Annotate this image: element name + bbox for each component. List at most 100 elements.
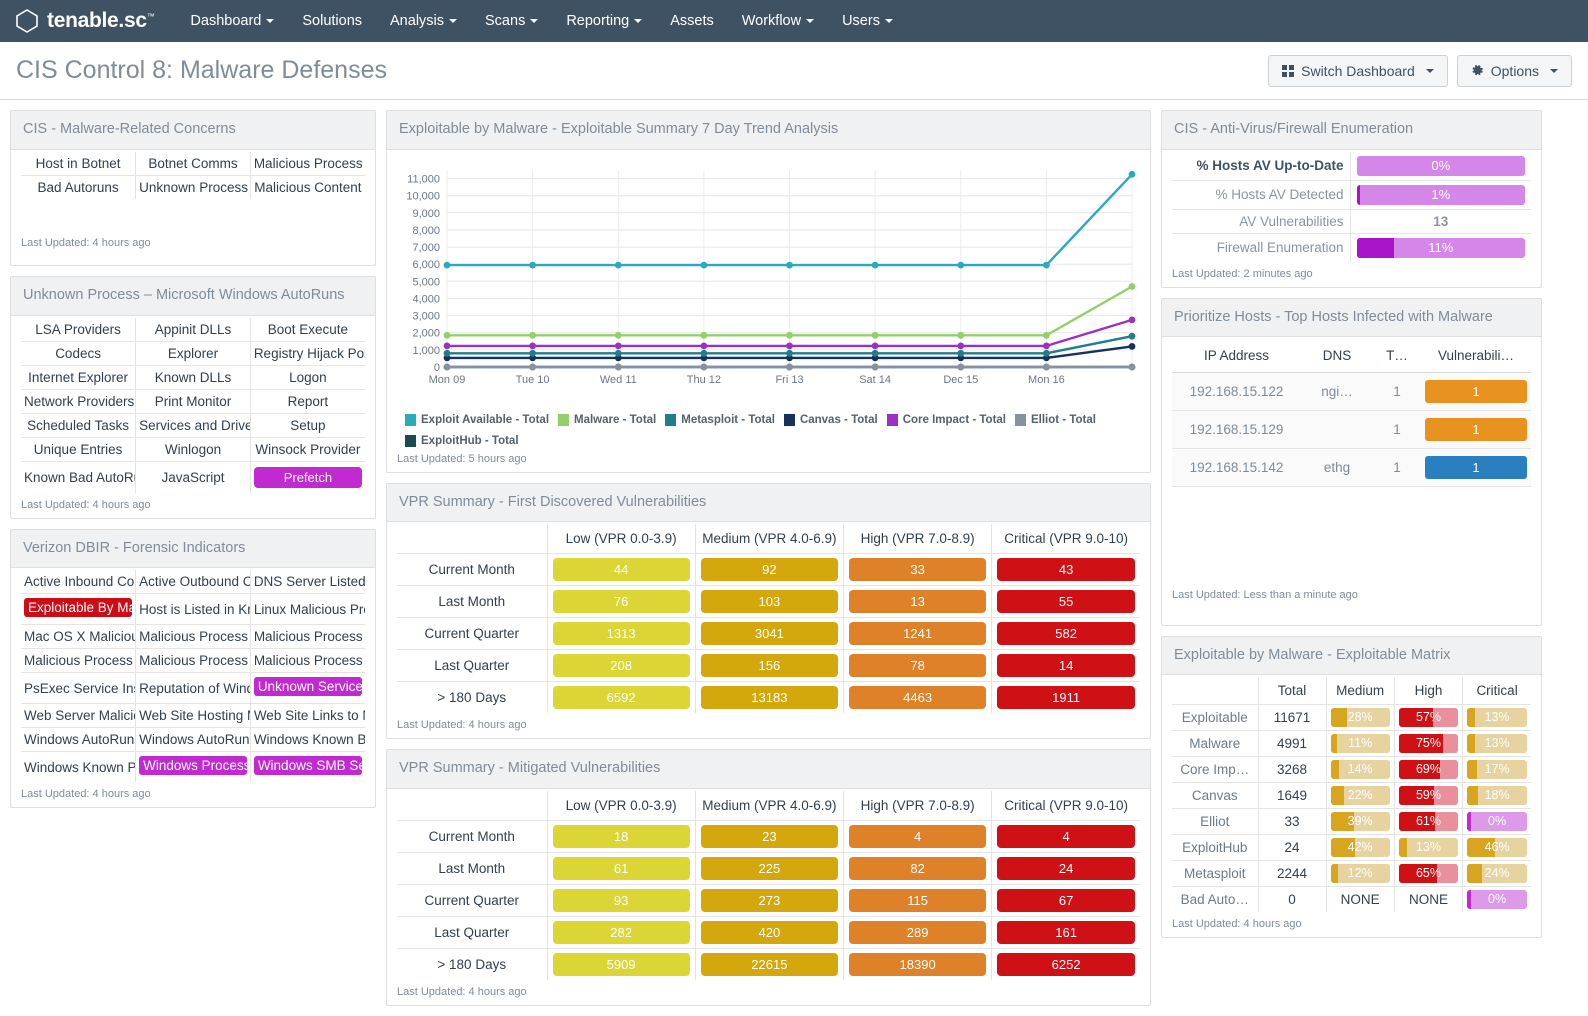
matrix-cell[interactable]: Prefetch	[250, 461, 365, 493]
nav-item-solutions[interactable]: Solutions	[288, 0, 376, 42]
matrix-critical[interactable]: 17%	[1463, 757, 1531, 783]
matrix-cell[interactable]: Web Site Hosting Malware	[136, 704, 251, 728]
matrix-cell[interactable]: Explorer	[136, 341, 251, 365]
vpr-cell[interactable]: 103	[695, 586, 843, 618]
av-row-value[interactable]: 1%	[1350, 180, 1531, 209]
matrix-high[interactable]: 57%	[1394, 705, 1462, 731]
concerns-cell[interactable]: Host in Botnet	[21, 152, 136, 176]
vpr-cell[interactable]: 115	[844, 884, 992, 916]
concerns-cell[interactable]: Botnet Comms	[136, 152, 251, 176]
av-row-value[interactable]: 11%	[1350, 233, 1531, 262]
vpr-cell[interactable]: 225	[695, 852, 843, 884]
vpr-cell[interactable]: 61	[547, 852, 695, 884]
matrix-high[interactable]: 61%	[1394, 809, 1462, 835]
matrix-critical[interactable]: 18%	[1463, 783, 1531, 809]
vpr-cell[interactable]: 44	[547, 554, 695, 586]
matrix-total[interactable]: 2244	[1258, 861, 1326, 887]
vpr-cell[interactable]: 23	[695, 820, 843, 852]
av-row-value[interactable]: 0%	[1350, 152, 1531, 181]
vpr-cell[interactable]: 3041	[695, 618, 843, 650]
host-ip[interactable]: 192.168.15.142	[1172, 449, 1301, 487]
matrix-cell[interactable]: Reputation of Windows	[136, 673, 251, 704]
matrix-cell[interactable]: Print Monitor	[136, 389, 251, 413]
matrix-medium[interactable]: 39%	[1326, 809, 1394, 835]
matrix-high[interactable]: 65%	[1394, 861, 1462, 887]
matrix-cell[interactable]: Internet Explorer	[21, 365, 136, 389]
matrix-high[interactable]: NONE	[1394, 887, 1462, 913]
matrix-cell[interactable]: Web Server Malicious Content	[21, 704, 136, 728]
table-row[interactable]: 192.168.15.12911	[1172, 411, 1531, 449]
matrix-cell[interactable]: Malicious Process Detection	[250, 649, 365, 673]
matrix-cell[interactable]: Malicious Process Detection	[136, 625, 251, 649]
matrix-cell[interactable]: Host is Listed in Known Bad	[136, 594, 251, 625]
matrix-cell[interactable]: Active Outbound Connections	[136, 570, 251, 594]
matrix-cell[interactable]: DNS Server Listed in Known	[250, 570, 365, 594]
host-ip[interactable]: 192.168.15.122	[1172, 373, 1301, 411]
matrix-cell[interactable]: Known Bad AutoRuns	[21, 461, 136, 493]
legend-item[interactable]: Malware - Total	[558, 414, 656, 426]
matrix-total[interactable]: 0	[1258, 887, 1326, 913]
vpr-cell[interactable]: 22615	[695, 948, 843, 980]
concerns-cell[interactable]: Malicious Process	[250, 152, 365, 176]
vpr-cell[interactable]: 18390	[844, 948, 992, 980]
legend-item[interactable]: Metasploit - Total	[665, 414, 775, 426]
table-row[interactable]: 192.168.15.142ethg11	[1172, 449, 1531, 487]
vpr-cell[interactable]: 93	[547, 884, 695, 916]
legend-item[interactable]: Elliot - Total	[1015, 414, 1096, 426]
vpr-cell[interactable]: 4	[844, 820, 992, 852]
matrix-cell[interactable]: Appinit DLLs	[136, 318, 251, 342]
matrix-cell[interactable]: Windows Known Bad	[250, 728, 365, 752]
concerns-cell[interactable]: Malicious Content	[250, 175, 365, 199]
av-row-value[interactable]: 13	[1350, 209, 1531, 233]
matrix-cell[interactable]: PsExec Service Installed	[21, 673, 136, 704]
vpr-cell[interactable]: 420	[695, 916, 843, 948]
matrix-total[interactable]: 3268	[1258, 757, 1326, 783]
host-vuln[interactable]: 1	[1421, 373, 1531, 411]
nav-item-workflow[interactable]: Workflow	[728, 0, 828, 42]
vpr-cell[interactable]: 92	[695, 554, 843, 586]
matrix-cell[interactable]: Codecs	[21, 341, 136, 365]
table-row[interactable]: 192.168.15.122ngi…11	[1172, 373, 1531, 411]
nav-item-scans[interactable]: Scans	[471, 0, 552, 42]
matrix-cell[interactable]: Network Providers	[21, 389, 136, 413]
matrix-cell[interactable]: Windows Process Injection	[136, 752, 251, 783]
matrix-critical[interactable]: 46%	[1463, 835, 1531, 861]
nav-item-assets[interactable]: Assets	[656, 0, 728, 42]
nav-item-analysis[interactable]: Analysis	[376, 0, 471, 42]
host-vuln[interactable]: 1	[1421, 411, 1531, 449]
matrix-cell[interactable]: Malicious Process Detection	[250, 625, 365, 649]
matrix-medium[interactable]: 12%	[1326, 861, 1394, 887]
nav-item-dashboard[interactable]: Dashboard	[176, 0, 288, 42]
matrix-cell[interactable]: Malicious Process Detection	[21, 649, 136, 673]
legend-item[interactable]: Core Impact - Total	[887, 414, 1006, 426]
nav-item-reporting[interactable]: Reporting	[552, 0, 656, 42]
host-ip[interactable]: 192.168.15.129	[1172, 411, 1301, 449]
matrix-high[interactable]: 13%	[1394, 835, 1462, 861]
matrix-cell[interactable]: Unique Entries	[21, 437, 136, 461]
matrix-total[interactable]: 4991	[1258, 731, 1326, 757]
matrix-cell[interactable]: Web Site Links to Malicious	[250, 704, 365, 728]
vpr-cell[interactable]: 5909	[547, 948, 695, 980]
vpr-cell[interactable]: 78	[844, 650, 992, 682]
vpr-cell[interactable]: 273	[695, 884, 843, 916]
vpr-cell[interactable]: 4463	[844, 682, 992, 714]
nav-item-users[interactable]: Users	[828, 0, 907, 42]
matrix-medium[interactable]: 42%	[1326, 835, 1394, 861]
switch-dashboard-button[interactable]: Switch Dashboard	[1268, 55, 1448, 87]
vpr-cell[interactable]: 582	[992, 618, 1140, 650]
matrix-medium[interactable]: 11%	[1326, 731, 1394, 757]
matrix-cell[interactable]: Winlogon	[136, 437, 251, 461]
matrix-cell[interactable]: JavaScript	[136, 461, 251, 493]
matrix-cell[interactable]: Windows SMB Service	[250, 752, 365, 783]
vpr-cell[interactable]: 1241	[844, 618, 992, 650]
options-button[interactable]: Options	[1457, 55, 1572, 87]
column-header[interactable]: DNS	[1301, 339, 1373, 373]
matrix-critical[interactable]: 13%	[1463, 705, 1531, 731]
vpr-cell[interactable]: 6252	[992, 948, 1140, 980]
matrix-cell[interactable]: Services and Drivers	[136, 413, 251, 437]
matrix-medium[interactable]: 22%	[1326, 783, 1394, 809]
vpr-cell[interactable]: 55	[992, 586, 1140, 618]
matrix-cell[interactable]: Linux Malicious Process	[250, 594, 365, 625]
vpr-cell[interactable]: 18	[547, 820, 695, 852]
matrix-cell[interactable]: Setup	[250, 413, 365, 437]
